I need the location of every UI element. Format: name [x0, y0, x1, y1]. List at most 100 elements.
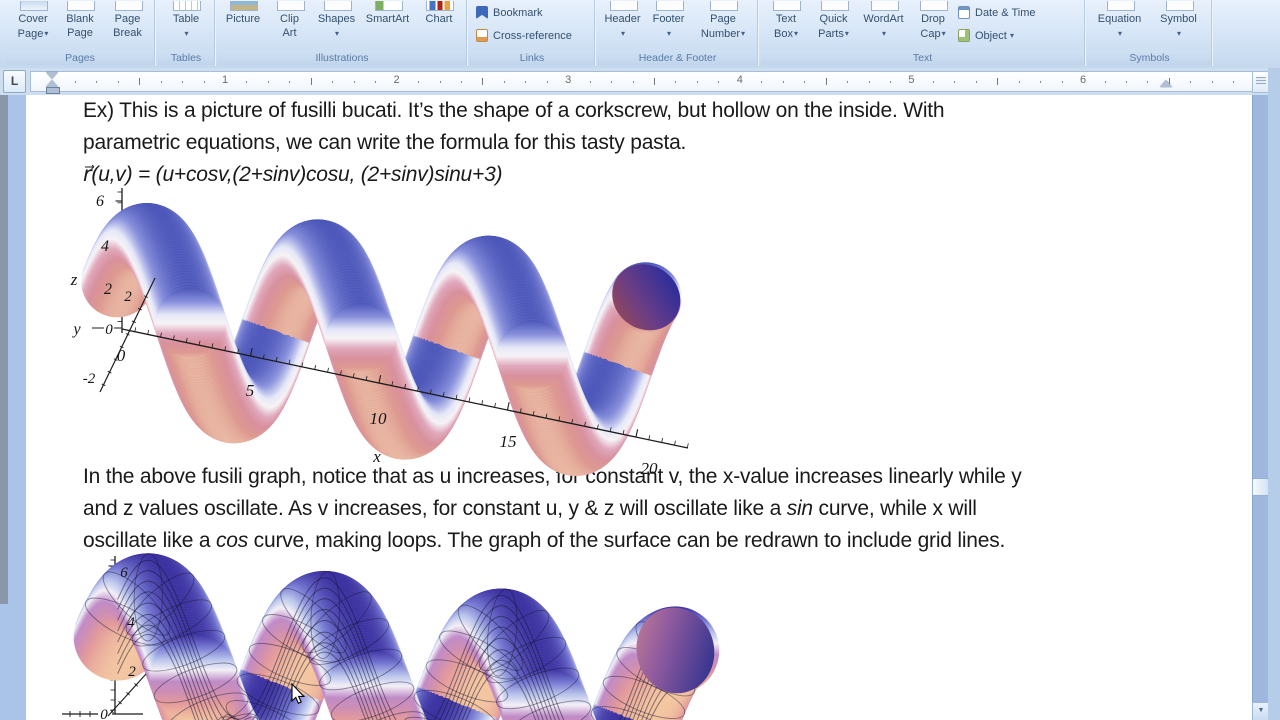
text-box-button[interactable]: Text Box▾ — [763, 1, 809, 50]
bookmark-icon — [476, 6, 488, 19]
document-text-line: and z values oscillate. As v increases, … — [83, 494, 977, 524]
ruler-tick — [375, 81, 377, 83]
page-number-icon — [710, 1, 738, 11]
ruler-number: 1 — [221, 74, 229, 86]
shapes-button[interactable]: Shapes ▾ — [313, 1, 360, 50]
ribbon-group-header-footer: Header & Footer Header ▾ Footer ▾ Page Number▾ — [598, 0, 758, 66]
button-label: Shapes — [317, 13, 356, 25]
dropdown-arrow-icon: ▾ — [844, 29, 849, 38]
page-break-button[interactable]: Page Break — [104, 1, 151, 50]
date-time-button[interactable]: Date & Time — [958, 3, 1076, 23]
text-segment: sin — [786, 497, 813, 520]
drop-cap-button[interactable]: Drop Cap▾ — [910, 1, 956, 50]
ruler-tick — [1147, 81, 1149, 83]
vertical-scrollbar-track[interactable] — [1252, 95, 1268, 720]
clip-art-button[interactable]: Clip Art — [267, 1, 312, 50]
ruler-tick — [611, 81, 613, 83]
bookmark-button[interactable]: Bookmark — [476, 3, 594, 23]
button-label: Break — [113, 27, 142, 39]
blank-page-button[interactable]: Blank Page — [57, 1, 103, 50]
picture-button[interactable]: Picture — [220, 1, 266, 50]
page-number-button[interactable]: Page Number▾ — [692, 1, 754, 50]
button-label: Parts▾ — [818, 28, 849, 40]
left-indent-marker[interactable] — [46, 87, 60, 94]
vertical-scrollbar-thumb[interactable] — [1252, 478, 1269, 496]
ruler-tick — [160, 81, 162, 83]
hanging-indent-marker[interactable] — [46, 80, 58, 87]
button-label: Box▾ — [774, 28, 798, 40]
symbol-button[interactable]: Symbol ▾ — [1150, 1, 1207, 50]
dropdown-arrow-icon: ▾ — [1117, 29, 1122, 38]
ruler-tick — [289, 81, 291, 83]
button-label: ▾ — [1150, 27, 1207, 41]
table-button[interactable]: Table ▾ — [163, 1, 209, 50]
ruler-number: 3 — [565, 74, 572, 86]
button-label: Cross-reference — [493, 30, 572, 42]
button-label: Table — [172, 13, 200, 25]
shapes-icon — [323, 1, 352, 11]
button-label: Quick — [819, 13, 848, 25]
ruler-tick — [847, 81, 848, 83]
ruler-tick — [418, 81, 419, 83]
ruler-tick — [1211, 81, 1213, 83]
cross-reference-icon — [476, 29, 488, 42]
ribbon-insert-tab: Pages Cover Page▾ Blank Page Page Break Tables T… — [0, 0, 1280, 69]
ruler-tick — [332, 81, 334, 83]
ruler-tick — [96, 81, 98, 83]
button-label: Blank — [66, 13, 94, 25]
ribbon-group-text: Text Text Box▾ Quick Parts▾ WordArt ▾ Drop Cap▾ D… — [761, 0, 1085, 66]
ruler-tick — [868, 81, 870, 83]
ruler-tick — [546, 81, 548, 83]
ruler-half-tick — [139, 78, 141, 85]
button-label: Picture — [225, 13, 261, 25]
button-label: Cover — [18, 13, 48, 25]
first-line-indent-marker[interactable] — [46, 72, 58, 79]
button-label: Text — [775, 13, 797, 25]
clip-art-icon — [276, 1, 305, 11]
button-label: Page▾ — [17, 28, 49, 40]
dropdown-arrow-icon: ▾ — [184, 29, 189, 38]
date-time-icon — [958, 6, 970, 19]
text-segment: oscillate like a — [83, 529, 216, 552]
object-button[interactable]: Object ▾ — [958, 26, 1076, 46]
ruler-tick — [203, 81, 205, 83]
ruler-number: 2 — [393, 74, 400, 86]
cross-reference-button[interactable]: Cross-reference — [476, 26, 594, 46]
tab-stop-selector[interactable]: L — [3, 70, 26, 93]
right-indent-marker[interactable] — [1160, 80, 1172, 87]
ruler-toggle-icon — [1256, 77, 1266, 85]
horizontal-ruler[interactable]: 1234567 — [30, 71, 1258, 92]
ruler-tick — [675, 81, 677, 83]
footer-button[interactable]: Footer ▾ — [646, 1, 691, 50]
ruler-number: 5 — [908, 74, 915, 86]
cover-page-icon — [20, 1, 48, 11]
button-label: Symbol — [1160, 13, 1197, 25]
chart-button[interactable]: Chart — [416, 1, 462, 50]
quick-parts-button[interactable]: Quick Parts▾ — [810, 1, 857, 50]
picture-icon — [230, 1, 258, 11]
ruler-half-tick — [310, 78, 312, 85]
page-break-icon — [114, 1, 143, 11]
smartart-button[interactable]: SmartArt — [360, 1, 415, 50]
cover-page-button[interactable]: Cover Page▾ — [10, 1, 56, 50]
button-label: Chart — [425, 13, 453, 25]
ruler-number: 4 — [736, 74, 743, 86]
dropdown-arrow-icon: ▾ — [666, 29, 671, 38]
document-text-line: Ex) This is a picture of fusilli bucati.… — [83, 96, 945, 126]
header-button[interactable]: Header ▾ — [600, 1, 645, 50]
button-label: Drop — [921, 13, 945, 25]
equation-button[interactable]: Equation ▾ — [1090, 1, 1149, 50]
document-page[interactable]: Ex) This is a picture of fusilli bucati.… — [26, 95, 1256, 720]
ruler-tick — [267, 81, 269, 83]
ruler-tick — [782, 81, 784, 83]
ruler-tick — [1018, 81, 1020, 83]
wordart-button[interactable]: WordArt ▾ — [858, 1, 909, 50]
text-segment: In the above fusili graph, notice that a… — [83, 465, 1022, 488]
text-segment: and z values oscillate. As v increases, … — [83, 497, 787, 520]
button-label: ▾ — [1090, 27, 1149, 41]
ruler-tick — [761, 81, 763, 83]
ruler-tick — [1125, 81, 1127, 83]
button-label: Page — [710, 13, 736, 25]
text-segment: cos — [216, 529, 249, 552]
ruler-row: L 1234567 — [0, 68, 1280, 95]
